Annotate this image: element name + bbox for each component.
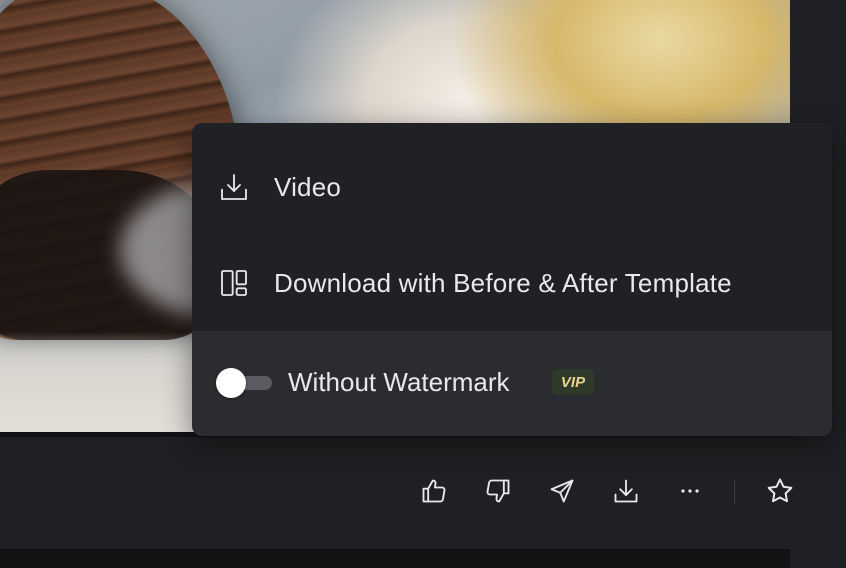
- app-window: Video Download with Before & After Templ…: [0, 0, 846, 568]
- dislike-button[interactable]: [482, 475, 514, 507]
- action-toolbar: [0, 437, 832, 549]
- download-icon: [218, 171, 250, 203]
- menu-item-before-after-template[interactable]: Download with Before & After Template: [192, 247, 832, 319]
- watermark-label: Without Watermark: [288, 367, 510, 397]
- star-icon: [767, 478, 793, 503]
- watermark-option-row: Without Watermark VIP: [192, 345, 832, 417]
- share-button[interactable]: [546, 475, 578, 507]
- thumbs-up-icon: [422, 479, 446, 503]
- send-icon: [550, 479, 574, 503]
- menu-item-video-label: Video: [274, 171, 342, 202]
- download-button[interactable]: [610, 475, 642, 507]
- more-button[interactable]: [674, 475, 706, 507]
- download-menu: Video Download with Before & After Templ…: [192, 123, 832, 436]
- thumbs-down-icon: [486, 479, 510, 503]
- layout-template-icon: [218, 267, 250, 299]
- watermark-toggle-knob: [216, 368, 246, 398]
- vip-badge: VIP: [552, 369, 594, 395]
- toolbar-divider: [734, 481, 735, 505]
- favorite-button[interactable]: [764, 475, 796, 507]
- menu-item-before-after-label: Download with Before & After Template: [274, 267, 732, 298]
- download-icon: [614, 479, 638, 503]
- watermark-toggle[interactable]: [216, 368, 272, 398]
- more-icon: [681, 489, 699, 493]
- menu-item-video[interactable]: Video: [192, 151, 832, 223]
- like-button[interactable]: [418, 475, 450, 507]
